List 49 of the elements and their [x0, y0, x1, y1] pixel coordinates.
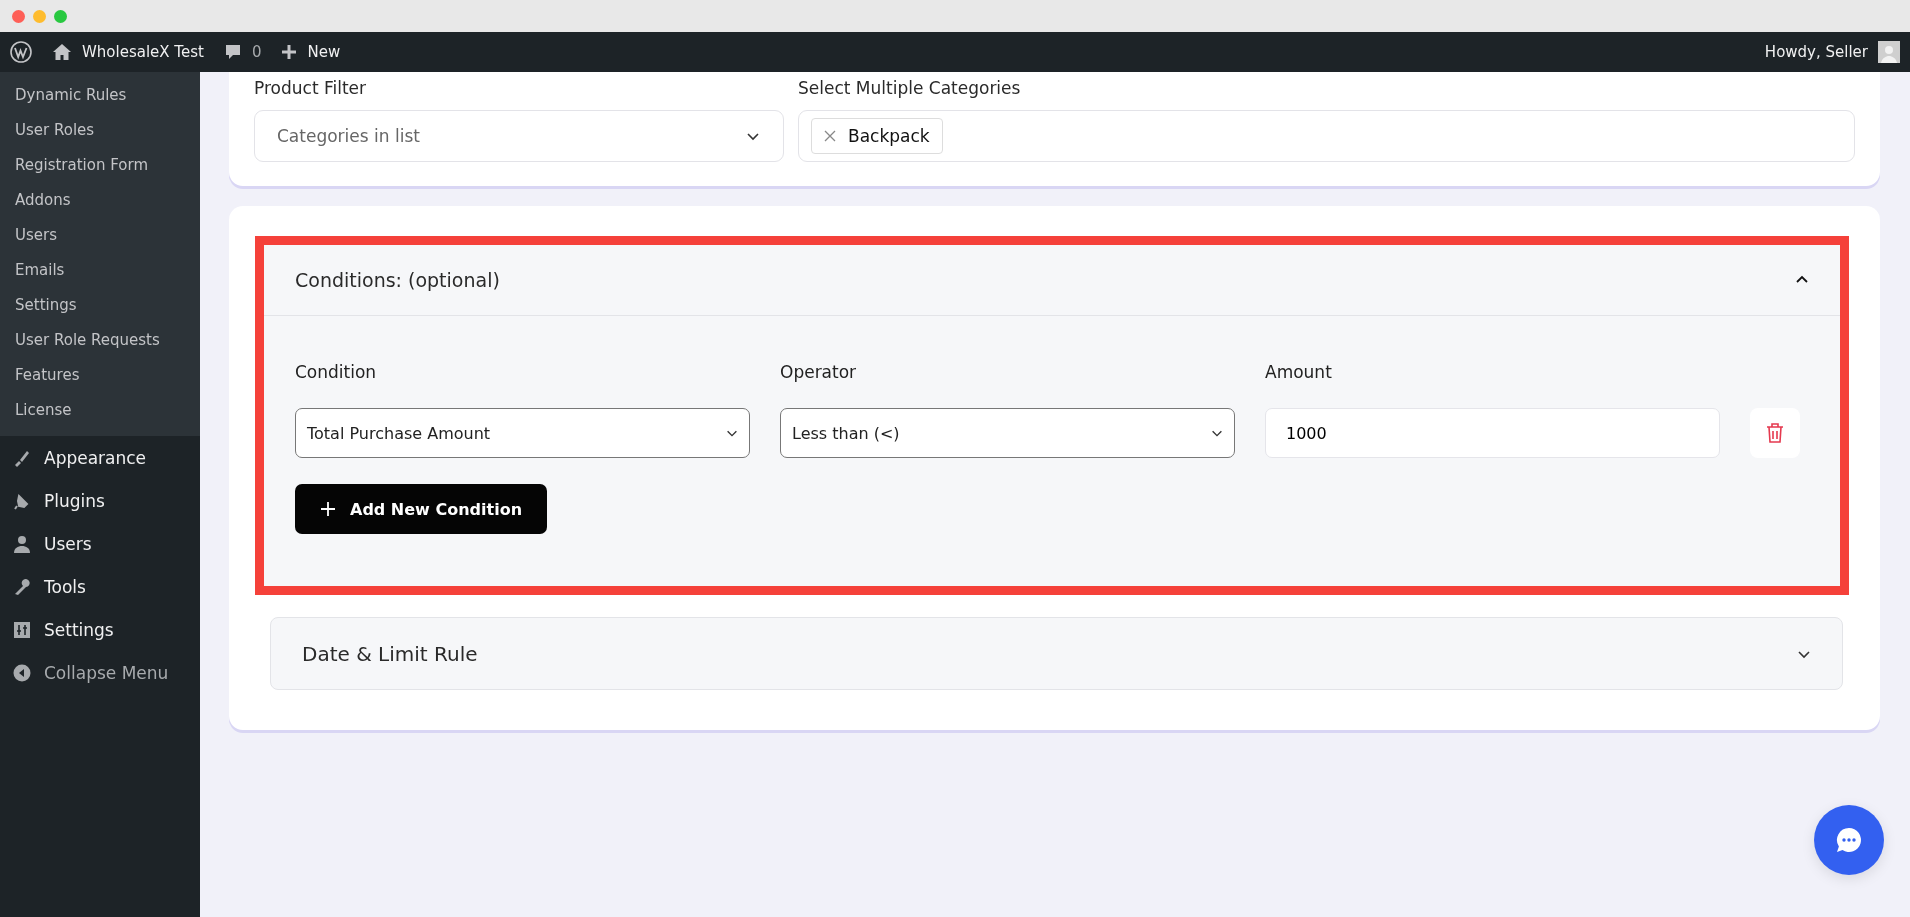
- remove-icon: [824, 130, 836, 142]
- site-link[interactable]: WholesaleX Test: [52, 43, 204, 61]
- product-filter-select[interactable]: Categories in list: [254, 110, 784, 162]
- field-label: Product Filter: [254, 78, 368, 98]
- close-button[interactable]: [12, 9, 25, 23]
- avatar-icon: [1878, 41, 1900, 63]
- submenu-item[interactable]: Users: [0, 218, 200, 253]
- panel-header[interactable]: Date & Limit Rule: [271, 618, 1842, 689]
- menu-item[interactable]: Tools: [0, 565, 200, 608]
- zoom-button[interactable]: [54, 9, 67, 23]
- user-icon: [12, 533, 32, 554]
- amount-field[interactable]: 1000: [1265, 408, 1720, 458]
- column-label: Operator: [780, 362, 858, 382]
- account-link[interactable]: Howdy, Seller: [1764, 41, 1900, 63]
- submenu-item[interactable]: User Role Requests: [0, 323, 200, 358]
- panel-header[interactable]: Conditions: (optional): [264, 245, 1840, 316]
- new-link[interactable]: New: [281, 43, 341, 61]
- comment-icon: [223, 43, 242, 61]
- submenu-item[interactable]: Dynamic Rules: [0, 78, 200, 113]
- sliders-icon: [12, 619, 32, 640]
- submenu-item[interactable]: User Roles: [0, 113, 200, 148]
- menu-item[interactable]: Plugins: [0, 479, 200, 522]
- minimize-button[interactable]: [33, 9, 46, 23]
- comments-link[interactable]: 0: [223, 43, 262, 61]
- menu-item[interactable]: Appearance: [0, 436, 200, 479]
- menu-item[interactable]: Users: [0, 522, 200, 565]
- home-icon: [52, 43, 72, 61]
- operator-select[interactable]: Less than (<): [780, 408, 1235, 458]
- menu-item[interactable]: Settings: [0, 608, 200, 651]
- field-label: Select Multiple Categories: [798, 78, 1022, 98]
- column-label: Amount: [1265, 362, 1333, 382]
- submenu-item[interactable]: Registration Form: [0, 148, 200, 183]
- plus-icon: [281, 44, 298, 60]
- submenu-item[interactable]: License: [0, 393, 200, 428]
- column-label: Condition: [295, 362, 378, 382]
- condition-select[interactable]: Total Purchase Amount: [295, 408, 750, 458]
- categories-select[interactable]: Backpack: [798, 110, 1855, 162]
- submenu-item[interactable]: Settings: [0, 288, 200, 323]
- category-tag: Backpack: [811, 118, 943, 154]
- submenu-item[interactable]: Emails: [0, 253, 200, 288]
- plus-icon: [320, 501, 336, 517]
- submenu-item[interactable]: Features: [0, 358, 200, 393]
- add-condition-button[interactable]: Add New Condition: [295, 484, 548, 534]
- menu-item[interactable]: Collapse Menu: [0, 651, 200, 694]
- trash-icon: [1765, 422, 1785, 444]
- wordpress-logo-icon: [10, 41, 32, 63]
- delete-button[interactable]: [1750, 408, 1800, 458]
- collapse-icon: [12, 662, 32, 683]
- submenu-item[interactable]: Addons: [0, 183, 200, 218]
